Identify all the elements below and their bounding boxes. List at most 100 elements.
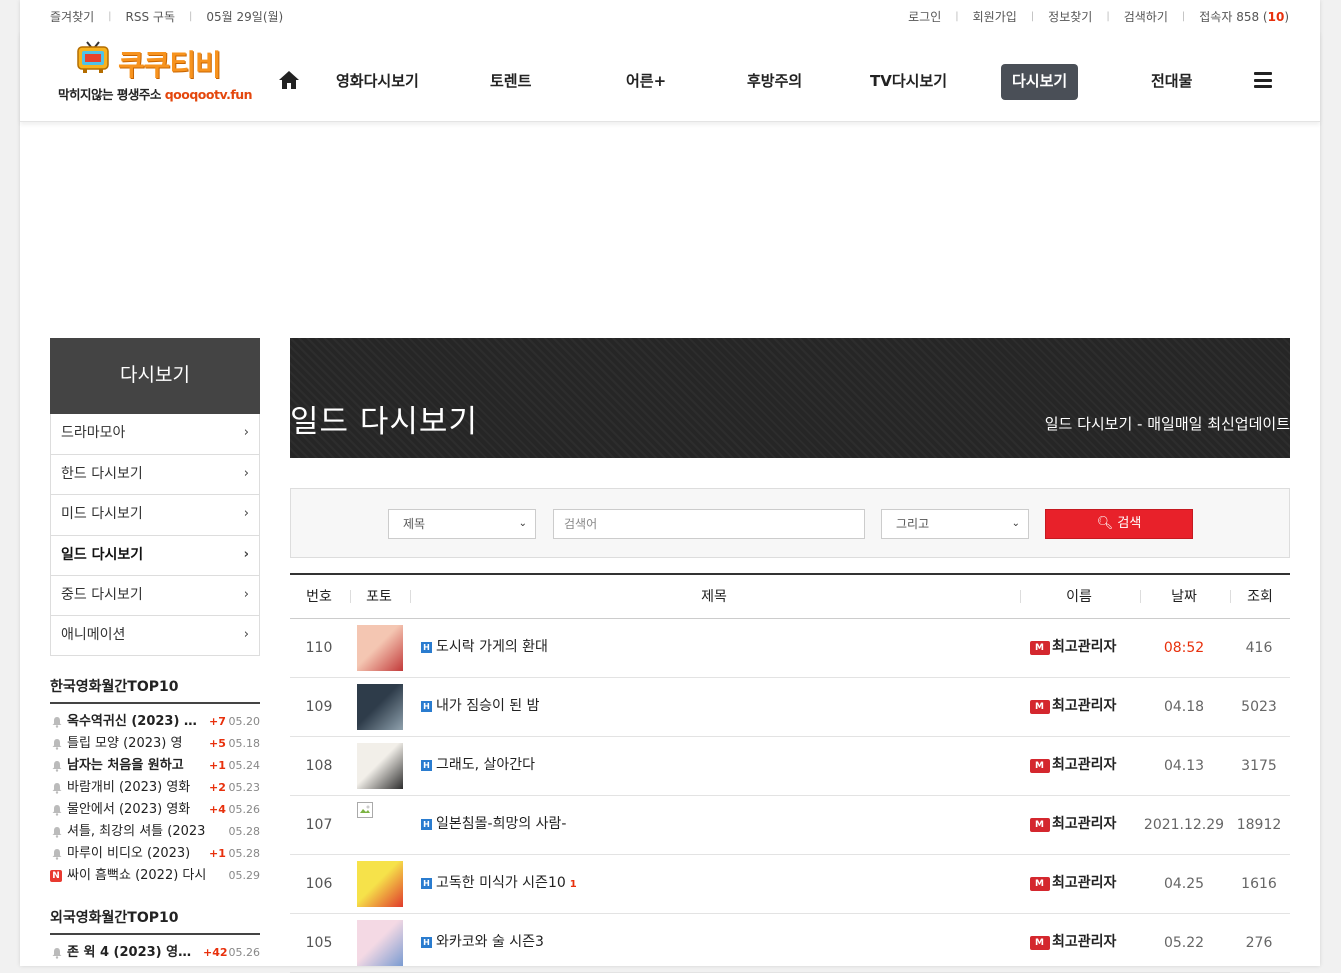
hot-badge-icon: H [421,701,432,712]
top-utility-bar: 즐겨찾기 | RSS 구독 | 05월 29일(월) 로그인 | 회원가입 | … [50,8,1289,25]
list-item-title: 마루이 비디오 (2023) [67,846,191,861]
nav-sentai[interactable]: 전대물 [1151,64,1192,100]
col-no: 번호 [306,589,332,605]
row-number: 108 [305,758,333,774]
bell-icon [52,849,62,860]
bell-icon [52,948,62,959]
visitor-new-count: 10 [1267,10,1285,24]
row-author[interactable]: 최고관리자 [1052,796,1116,852]
nav-tv-replay[interactable]: TV다시보기 [870,64,947,100]
row-date: 04.25 [1163,876,1205,892]
sidebar-item-korean-drama[interactable]: 한드 다시보기 › [51,454,259,494]
col-name[interactable]: 이름 [1020,575,1138,619]
row-thumbnail[interactable] [357,743,403,789]
logo-slogan: 막히지않는 평생주소 qooqootv.fun [58,87,253,102]
search-icon: 🔍︎ [1096,516,1114,531]
list-item-title: 남자는 처음을 원하고 [67,758,184,773]
list-item-date: 05.26 [228,803,261,816]
row-number: 110 [305,640,333,656]
row-subject-link[interactable]: 와카코와 술 시즌3 [436,914,544,970]
search-field-select[interactable]: 제목 ⌄ [388,509,536,539]
hot-badge-icon: H [421,760,432,771]
row-author[interactable]: 최고관리자 [1052,678,1116,734]
top10-foreign-list: 존 윅 4 (2023) 영화 다 +42 05.26 [50,942,260,964]
home-icon[interactable] [278,69,300,91]
row-subject-link[interactable]: 일본침몰-희망의 사람- [436,796,566,852]
row-number: 105 [305,935,333,951]
hamburger-menu-icon[interactable] [1254,72,1272,88]
site-logo[interactable]: 쿠쿠티비 막히지않는 평생주소 qooqootv.fun [56,36,253,102]
col-hit[interactable]: 조회 [1230,575,1290,619]
member-level-icon: M [1030,641,1050,655]
list-item-date: 05.29 [228,869,261,882]
table-row: 109 H 내가 짐승이 된 밤 M 최고관리자 04.18 5023 [290,678,1290,737]
new-badge-icon: N [50,870,62,882]
nav-replay[interactable]: 다시보기 [1001,64,1079,100]
sidebar-item-us-drama[interactable]: 미드 다시보기 › [51,494,259,534]
list-item[interactable]: 바람개비 (2023) 영화 +2 05.23 [50,777,260,799]
list-item[interactable]: 존 윅 4 (2023) 영화 다 +42 05.26 [50,942,260,964]
row-thumbnail[interactable] [357,861,403,907]
search-operator-select[interactable]: 그리고 ⌄ [881,509,1029,539]
list-item[interactable]: 옥수역귀신 (2023) 영화 +7 05.20 [50,711,260,733]
nav-movie-replay[interactable]: 영화다시보기 [336,64,419,100]
search-button[interactable]: 🔍︎ 검색 [1045,509,1193,539]
site-header: 쿠쿠티비 막히지않는 평생주소 qooqootv.fun 영화다시보기 토렌트 … [20,30,1320,122]
rss-link[interactable]: RSS 구독 [126,8,175,25]
chevron-down-icon: ⌄ [518,518,527,529]
list-item[interactable]: 틀립 모양 (2023) 영 +5 05.18 [50,733,260,755]
row-date: 04.18 [1163,699,1205,715]
col-photo: 포토 [366,589,392,605]
bookmark-link[interactable]: 즐겨찾기 [50,8,94,25]
list-item-date: 05.18 [228,737,261,750]
list-item-date: 05.20 [228,715,261,728]
find-info-link[interactable]: 정보찾기 [1048,8,1092,25]
row-subject-link[interactable]: 내가 짐승이 된 밤 [436,678,540,734]
list-item-date: 05.26 [228,946,261,959]
visitor-count-link[interactable]: 접속자 858 (10) [1199,8,1289,25]
list-item[interactable]: 마루이 비디오 (2023) +1 05.28 [50,843,260,865]
row-date: 2021.12.29 [1143,817,1225,833]
row-thumbnail[interactable] [357,920,403,966]
nav-caution[interactable]: 후방주의 [747,64,802,100]
list-item[interactable]: 남자는 처음을 원하고 +1 05.24 [50,755,260,777]
register-link[interactable]: 회원가입 [973,8,1017,25]
row-author[interactable]: 최고관리자 [1052,914,1116,970]
sidebar-item-chinese-drama[interactable]: 중드 다시보기 › [51,574,259,615]
search-input[interactable]: 검색어 [553,509,865,539]
login-link[interactable]: 로그인 [908,8,941,25]
nav-adult[interactable]: 어른+ [626,64,666,100]
row-author[interactable]: 최고관리자 [1052,619,1116,675]
row-hit-count: 416 [1245,640,1273,656]
row-subject-link[interactable]: 도시락 가게의 환대 [436,619,548,675]
row-number: 107 [305,817,333,833]
list-item-date: 05.28 [228,847,261,860]
board-search: 제목 ⌄ 검색어 그리고 ⌄ 🔍︎ 검색 [290,488,1290,558]
row-author[interactable]: 최고관리자 [1052,855,1116,911]
row-hit-count: 18912 [1236,817,1282,833]
row-author[interactable]: 최고관리자 [1052,737,1116,793]
row-subject-link[interactable]: 그래도, 살아간다 [436,737,535,793]
chevron-right-icon: › [243,506,249,522]
search-link[interactable]: 검색하기 [1124,8,1168,25]
col-date[interactable]: 날짜 [1140,575,1228,619]
sidebar-item-animation[interactable]: 애니메이션 › [51,614,259,655]
nav-torrent[interactable]: 토렌트 [490,64,531,100]
sidebar-item-drama-moa[interactable]: 드라마모아 › [51,414,259,454]
today-date: 05월 29일(월) [206,10,284,24]
sidebar-item-japanese-drama[interactable]: 일드 다시보기 › [51,534,259,575]
broken-image-icon[interactable] [357,802,403,848]
table-row: 106 H 고독한 미식가 시즌10 1 M 최고관리자 04.25 1616 [290,855,1290,914]
list-item-rank-change: +1 [209,759,226,772]
list-item-rank-change: +2 [209,781,226,794]
row-thumbnail[interactable] [357,625,403,671]
row-subject-link[interactable]: 고독한 미식가 시즌10 1 [436,855,577,913]
row-hit-count: 276 [1245,935,1273,951]
list-item[interactable]: 물안에서 (2023) 영화 +4 05.26 [50,799,260,821]
hot-badge-icon: H [421,878,432,889]
row-thumbnail[interactable] [357,684,403,730]
list-item[interactable]: 셔틀, 최강의 셔틀 (2023 05.28 [50,821,260,843]
member-level-icon: M [1030,700,1050,714]
list-item[interactable]: N 싸이 흠뻑쇼 (2022) 다시 05.29 [50,865,260,887]
list-item-date: 05.24 [228,759,261,772]
